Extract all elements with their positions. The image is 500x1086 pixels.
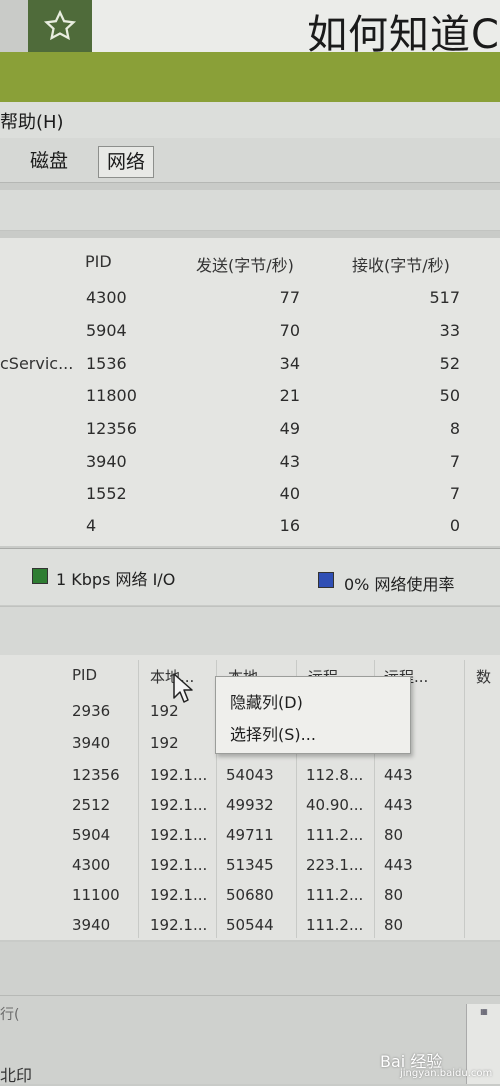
- process-cell-send: 40: [279, 484, 300, 503]
- column-divider[interactable]: [138, 660, 139, 938]
- process-cell-recv: 33: [439, 321, 460, 340]
- process-cell-pid: 12356: [86, 419, 137, 438]
- connection-cell-local-port: 49932: [226, 796, 274, 814]
- menu-bar: [0, 102, 500, 138]
- connection-cell-pid: 3940: [72, 734, 111, 752]
- connection-cell-remote-port: 443: [384, 856, 413, 874]
- connection-cell-local-addr: 192.1...: [150, 796, 208, 814]
- connection-cell-remote-addr: 111.2...: [306, 916, 364, 934]
- connection-cell-pid: 11100: [72, 886, 120, 904]
- connection-cell-remote-addr: 223.1...: [306, 856, 364, 874]
- bottom-city-label: 北印: [0, 1066, 33, 1085]
- column-header-receive[interactable]: 接收(字节/秒): [352, 252, 450, 276]
- process-cell-send: 49: [279, 419, 300, 438]
- connection-cell-local-addr: 192.1...: [150, 856, 208, 874]
- menu-item-select-columns[interactable]: 选择列(S)...: [230, 721, 316, 745]
- process-cell-recv: 8: [449, 419, 460, 438]
- process-section-header[interactable]: [0, 190, 500, 231]
- process-cell-recv: 7: [449, 484, 460, 503]
- connection-cell-local-addr: 192.1...: [150, 826, 208, 844]
- connection-cell-local-port: 51345: [226, 856, 274, 874]
- connection-cell-remote-port: 443: [384, 766, 413, 784]
- column-context-menu: 隐藏列(D) 选择列(S)...: [215, 676, 411, 754]
- tcp-connections-section-header[interactable]: [0, 606, 500, 655]
- usage-legend-label: 0% 网络使用率: [344, 575, 455, 594]
- process-cell-recv: 0: [449, 516, 460, 535]
- conn-header-data[interactable]: 数: [476, 666, 491, 687]
- connection-cell-pid: 2512: [72, 796, 111, 814]
- process-cell-pid: 5904: [86, 321, 127, 340]
- connection-cell-local-addr: 192.1...: [150, 766, 208, 784]
- menu-help[interactable]: 帮助(H): [0, 108, 64, 134]
- mouse-cursor-icon: [173, 673, 193, 703]
- process-cell-recv: 52: [439, 354, 460, 373]
- process-cell-send: 77: [279, 288, 300, 307]
- io-legend-label: 1 Kbps 网络 I/O: [56, 570, 176, 589]
- column-header-send[interactable]: 发送(字节/秒): [196, 252, 294, 276]
- connection-cell-remote-port: 80: [384, 826, 404, 844]
- io-color-swatch: [32, 568, 48, 584]
- process-name: cServic...: [0, 354, 74, 373]
- connection-cell-remote-addr: 111.2...: [306, 886, 364, 904]
- process-cell-pid: 3940: [86, 452, 127, 471]
- connection-cell-remote-port: 443: [384, 796, 413, 814]
- process-cell-send: 34: [279, 354, 300, 373]
- favorite-star-button[interactable]: [28, 0, 92, 52]
- conn-header-pid[interactable]: PID: [72, 666, 97, 684]
- bottom-partial-label: 行(: [0, 1007, 20, 1023]
- menu-item-hide-column[interactable]: 隐藏列(D): [230, 689, 303, 713]
- process-cell-send: 21: [279, 386, 300, 405]
- connection-cell-local-addr: 192: [150, 734, 179, 752]
- connection-cell-local-port: 49711: [226, 826, 274, 844]
- column-header-pid[interactable]: PID: [85, 252, 112, 271]
- connection-cell-remote-addr: 112.8...: [306, 766, 364, 784]
- process-cell-pid: 1536: [86, 354, 127, 373]
- connection-cell-pid: 2936: [72, 702, 111, 720]
- tab-network[interactable]: 网络: [98, 146, 155, 178]
- connection-cell-remote-addr: 40.90...: [306, 796, 364, 814]
- usage-color-swatch: [318, 572, 334, 588]
- process-cell-send: 16: [279, 516, 300, 535]
- article-title-bar: 如何知道C: [92, 0, 500, 58]
- process-cell-recv: 7: [449, 452, 460, 471]
- column-divider[interactable]: [464, 660, 465, 938]
- process-cell-pid: 11800: [86, 386, 137, 405]
- connection-cell-pid: 5904: [72, 826, 111, 844]
- header-band: [0, 52, 500, 102]
- connection-cell-remote-port: 80: [384, 886, 404, 904]
- connection-cell-local-port: 54043: [226, 766, 274, 784]
- connection-cell-local-addr: 192.1...: [150, 916, 208, 934]
- process-cell-send: 43: [279, 452, 300, 471]
- process-cell-pid: 4: [86, 516, 97, 535]
- connection-cell-pid: 12356: [72, 766, 120, 784]
- thumbnail-icon: ▦: [480, 1007, 488, 1016]
- process-cell-pid: 1552: [86, 484, 127, 503]
- connection-cell-remote-port: 80: [384, 916, 404, 934]
- process-cell-pid: 4300: [86, 288, 127, 307]
- process-cell-send: 70: [279, 321, 300, 340]
- connection-cell-pid: 3940: [72, 916, 111, 934]
- star-icon: [43, 9, 77, 41]
- connection-cell-local-addr: 192.1...: [150, 886, 208, 904]
- connection-cell-remote-addr: 111.2...: [306, 826, 364, 844]
- connection-cell-local-port: 50544: [226, 916, 274, 934]
- divider: [0, 995, 500, 996]
- process-cell-recv: 50: [439, 386, 460, 405]
- process-cell-recv: 517: [429, 288, 460, 307]
- watermark-url: jingyan.baidu.com: [400, 1068, 493, 1079]
- tab-disk[interactable]: 磁盘: [22, 146, 76, 176]
- connection-cell-local-port: 50680: [226, 886, 274, 904]
- connection-cell-pid: 4300: [72, 856, 111, 874]
